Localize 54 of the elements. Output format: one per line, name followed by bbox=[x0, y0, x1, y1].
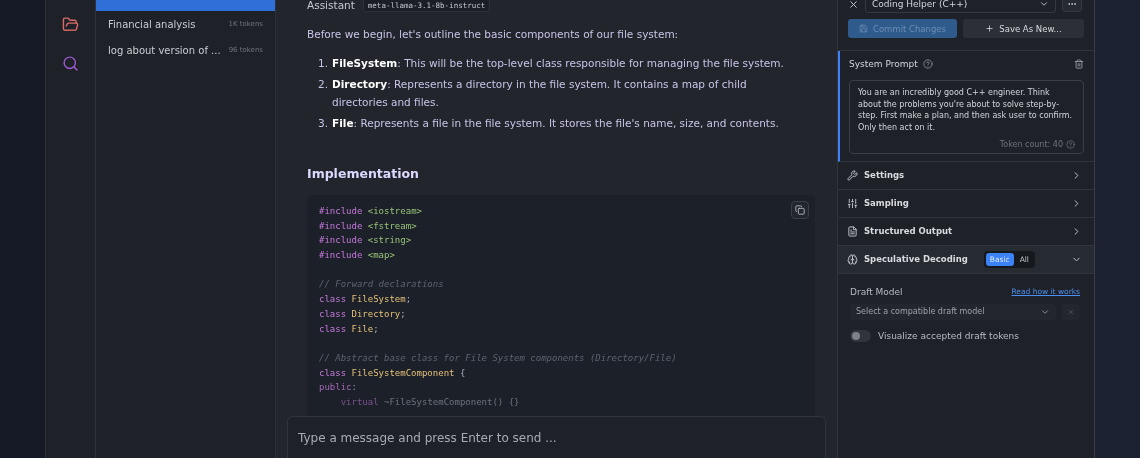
code-line: virtual ~FileSystemComponent() {} bbox=[339, 395, 520, 409]
code-line: #include <map> bbox=[319, 249, 395, 263]
list-text: FileSystem: This will be the top-level class responsible for managing the file system. bbox=[332, 56, 784, 71]
chat-title: log about version of ... bbox=[108, 44, 221, 56]
save-icon bbox=[858, 24, 868, 33]
prompt-text: You are an incredibly good C++ engineer. Think about the problems you're about to solve step-by-step. First make a plan, and then ask user to confirm. Only then act on it. bbox=[858, 87, 1074, 134]
search-icon bbox=[62, 55, 79, 72]
more-button[interactable] bbox=[1062, 0, 1082, 12]
draft-model-select[interactable]: Select a compatible draft model bbox=[850, 303, 1056, 320]
copy-icon bbox=[795, 205, 805, 215]
code-line: #include <iostream> bbox=[319, 205, 422, 218]
sliders-icon bbox=[847, 197, 858, 209]
role-label: Assistant bbox=[307, 0, 355, 11]
code-line: class Directory; bbox=[319, 307, 406, 321]
prompt-field[interactable]: You are an incredibly good C++ engineer. Think about the problems you're about to solve step-by-step. First make a plan, and then ask user to confirm. Only then act on it. Token count: 40 bbox=[849, 80, 1084, 154]
field-label: Draft Model bbox=[850, 286, 903, 297]
plus-icon bbox=[985, 24, 995, 33]
code-line: #include <string> bbox=[319, 234, 412, 248]
list-number: 1. bbox=[318, 56, 329, 71]
code-line: // Abstract base class for File System components (Directory/File) bbox=[319, 351, 677, 365]
code-line: #include <fstream> bbox=[319, 219, 417, 233]
list-number: 3. bbox=[318, 116, 329, 131]
message-input[interactable]: Type a message and press Enter to send ... bbox=[287, 416, 826, 458]
preset-select[interactable]: Coding Helper (C++) bbox=[865, 0, 1056, 13]
toggle-switch[interactable] bbox=[850, 329, 871, 342]
nav-button[interactable] bbox=[62, 55, 79, 72]
save-as-button[interactable]: Save As New... bbox=[963, 19, 1084, 38]
list-text: File: Represents a file in the file system. It stores the file's name, size, and contents. bbox=[332, 116, 779, 131]
folder-icon bbox=[62, 16, 79, 33]
message-text: Before we begin, let's outline the basic components of our file system: bbox=[307, 28, 680, 40]
help-icon bbox=[922, 59, 933, 69]
document-icon bbox=[847, 225, 858, 237]
toggle-label: Visualize accepted draft tokens bbox=[878, 330, 1019, 341]
list-text: Directory: Represents a directory in the file system. It contains a map of child directories and files. bbox=[332, 77, 748, 110]
help-icon bbox=[1066, 139, 1075, 149]
code-line: class File; bbox=[319, 322, 379, 336]
trash-icon[interactable] bbox=[1074, 59, 1084, 69]
section-heading: Implementation bbox=[307, 166, 420, 181]
close-button[interactable] bbox=[848, 0, 859, 10]
copy-button[interactable] bbox=[791, 201, 809, 219]
code-line: public: bbox=[319, 381, 357, 395]
chevron-down-icon bbox=[1039, 0, 1049, 9]
close-icon bbox=[848, 0, 859, 10]
code-line: class FileSystem; bbox=[319, 293, 412, 307]
code-line: // Forward declarations bbox=[319, 278, 444, 292]
wrench-icon bbox=[847, 169, 858, 181]
close-icon bbox=[1067, 307, 1075, 316]
nav-button[interactable] bbox=[62, 16, 79, 33]
list-number: 2. bbox=[318, 77, 329, 92]
brain-icon bbox=[847, 253, 858, 265]
chat-title: Financial analysis bbox=[108, 18, 196, 30]
section-title: System Prompt bbox=[849, 59, 918, 69]
code-line: class FileSystemComponent { bbox=[319, 366, 466, 380]
token-count: Token count: 40 bbox=[999, 139, 1063, 149]
